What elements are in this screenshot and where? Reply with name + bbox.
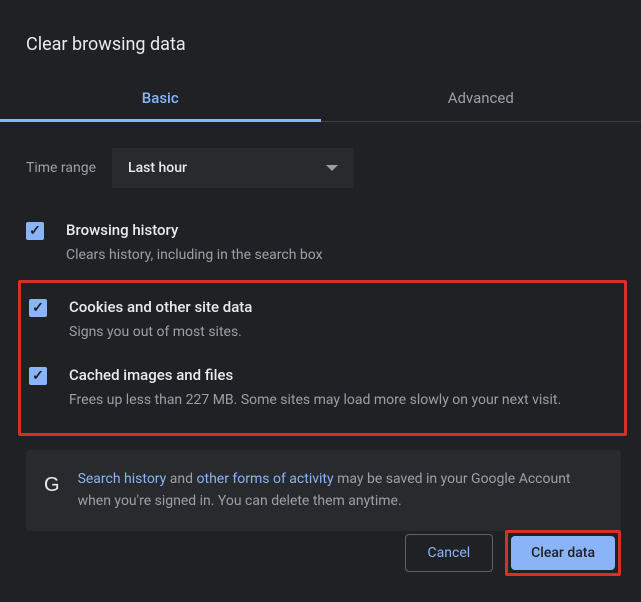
google-icon: G [44,474,60,497]
options-list: ✓ Browsing history Clears history, inclu… [0,188,641,276]
option-cookies: ✓ Cookies and other site data Signs you … [29,287,624,355]
tabs: Basic Advanced [0,77,641,122]
option-title: Browsing history [66,220,627,241]
option-title: Cached images and files [69,365,614,386]
checkbox-browsing-history[interactable]: ✓ [26,222,44,240]
option-content: Cookies and other site data Signs you ou… [69,297,614,343]
tab-advanced[interactable]: Advanced [321,77,641,121]
checkbox-cached-images[interactable]: ✓ [29,367,47,385]
tab-basic[interactable]: Basic [0,77,321,121]
option-content: Cached images and files Frees up less th… [69,365,614,411]
highlight-annotation: Clear data [505,530,621,576]
clear-data-button[interactable]: Clear data [511,536,615,570]
chevron-down-icon [326,165,338,171]
option-content: Browsing history Clears history, includi… [66,220,627,266]
time-range-select[interactable]: Last hour [112,148,354,188]
option-browsing-history: ✓ Browsing history Clears history, inclu… [26,210,627,276]
time-range-label: Time range [26,160,96,176]
option-desc: Signs you out of most sites. [69,322,614,343]
checkmark-icon: ✓ [32,301,44,315]
clear-browsing-data-dialog: Clear browsing data Basic Advanced Time … [0,0,641,602]
button-row: Cancel Clear data [405,530,621,576]
time-range-row: Time range Last hour [0,122,641,188]
checkmark-icon: ✓ [29,224,41,238]
other-activity-link[interactable]: other forms of activity [197,471,334,487]
time-range-value: Last hour [128,160,187,176]
highlight-annotation: ✓ Cookies and other site data Signs you … [18,280,627,436]
option-desc: Frees up less than 227 MB. Some sites ma… [69,390,614,411]
dialog-title: Clear browsing data [0,0,641,55]
info-text: Search history and other forms of activi… [78,468,603,513]
checkmark-icon: ✓ [32,369,44,383]
info-text-mid: and [166,471,196,487]
cancel-button[interactable]: Cancel [405,534,494,572]
search-history-link[interactable]: Search history [78,471,167,487]
checkbox-cookies[interactable]: ✓ [29,299,47,317]
google-account-info-panel: G Search history and other forms of acti… [26,450,621,531]
option-desc: Clears history, including in the search … [66,245,627,266]
option-cached-images: ✓ Cached images and files Frees up less … [29,355,624,423]
option-title: Cookies and other site data [69,297,614,318]
